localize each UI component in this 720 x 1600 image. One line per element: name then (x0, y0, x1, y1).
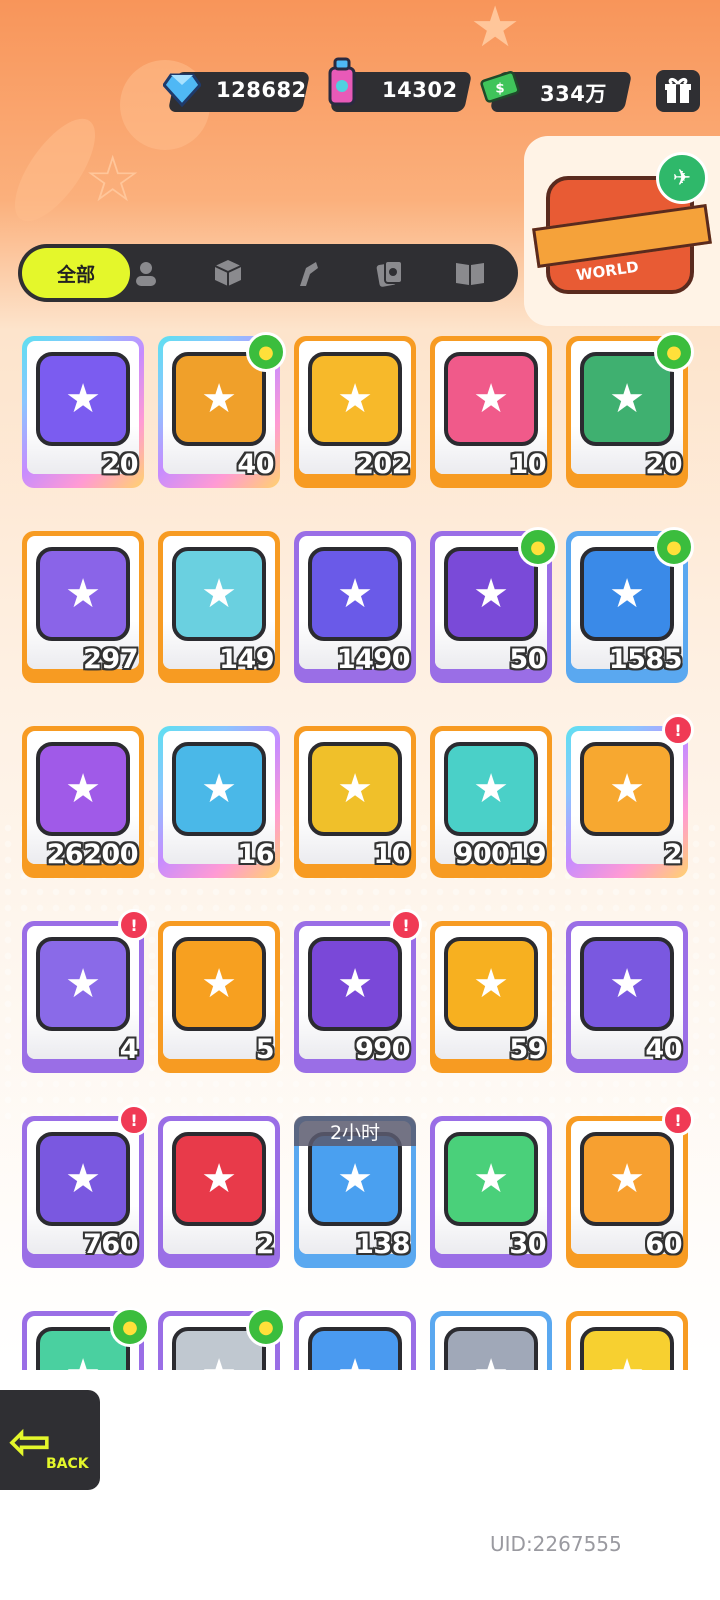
item-card[interactable]: ★ 10 (294, 726, 416, 878)
cool-coin-icon: ★ (36, 742, 130, 836)
season-ticket-icon: ★ (444, 742, 538, 836)
item-quantity: 40 (237, 449, 274, 480)
chick-badge-icon: ● (110, 1307, 150, 1347)
alert-badge-icon: ! (662, 1104, 694, 1136)
item-quantity: 2 (255, 1229, 275, 1260)
chick-badge-icon: ● (518, 527, 558, 567)
item-quantity: 990 (355, 1034, 410, 1065)
item-timer: 2小时 (294, 1116, 416, 1146)
character-ticket-icon: ★ (444, 352, 538, 446)
chick-badge-icon: ● (246, 332, 286, 372)
item-quantity: 5 (255, 1034, 275, 1065)
item-quantity: 20 (645, 449, 682, 480)
grey-can-icon: ★ (444, 1327, 538, 1370)
item-card[interactable]: ★ 2 (158, 1116, 280, 1268)
chick-badge-icon: ● (654, 332, 694, 372)
green-cup-icon: ★ (444, 1132, 538, 1226)
item-card[interactable]: ★● (158, 1307, 286, 1370)
deity-gold-icon: ★ (444, 937, 538, 1031)
item-quantity: 30 (509, 1229, 546, 1260)
item-card[interactable]: ★ 202 (294, 336, 416, 488)
item-card[interactable]: ★ 60! (566, 1104, 694, 1268)
rainbow-star-icon: ★ (172, 547, 266, 641)
item-card[interactable]: ★ 297 (22, 531, 144, 683)
crown-ticket-icon: ★ (36, 352, 130, 446)
item-card[interactable]: ★ 40 ● (158, 332, 286, 488)
item-quantity: 10 (373, 839, 410, 870)
alert-badge-icon: ! (118, 909, 150, 941)
item-card[interactable]: ★ 26200 (22, 726, 144, 878)
orange-egg-icon: ★ (172, 937, 266, 1031)
item-quantity: 60 (645, 1229, 682, 1260)
alert-badge-icon: ! (118, 1104, 150, 1136)
item-grid: ★ 20 ★ 40 ● ★ 202 ★ 10 ★ 20 ● ★ 297 ★ 149 ★ 1490 ★ 50 ● ★ 1585… (0, 0, 720, 1370)
item-quantity: 26200 (46, 839, 139, 870)
item-card[interactable]: ★ 10 (430, 336, 552, 488)
item-quantity: 4 (119, 1034, 139, 1065)
item-card[interactable]: ★ (566, 1311, 688, 1370)
item-card[interactable]: ★ 2! (566, 714, 694, 878)
item-card[interactable]: ★ 1490 (294, 531, 416, 683)
cool-box-icon: ★ (580, 742, 674, 836)
alert-badge-icon: ! (662, 714, 694, 746)
item-card[interactable]: ★ 16 (158, 726, 280, 878)
user-id: UID:2267555 (490, 1532, 622, 1556)
blue-spray-icon: ★ (308, 1327, 402, 1370)
item-card[interactable]: ★ 990! (294, 909, 422, 1073)
item-quantity: 297 (83, 644, 138, 675)
item-card[interactable]: ★ 149 (158, 531, 280, 683)
item-card[interactable]: ★ 40 (566, 921, 688, 1073)
fish-coin-icon: ★ (172, 1132, 266, 1226)
item-quantity: 138 (355, 1229, 410, 1260)
item-card[interactable]: ★ 30 (430, 1116, 552, 1268)
item-quantity: 1490 (336, 644, 411, 675)
item-card[interactable]: ★ 4! (22, 909, 150, 1073)
back-button[interactable]: ⇦ BACK (0, 1386, 104, 1494)
chick-badge-icon: ● (654, 527, 694, 567)
mystery-travel-card-icon: ★ (36, 1132, 130, 1226)
item-quantity: 1585 (608, 644, 683, 675)
item-card[interactable]: ★ 50 ● (430, 527, 558, 683)
item-quantity: 202 (355, 449, 410, 480)
back-label: BACK (46, 1456, 89, 1472)
item-card[interactable]: ★ 1585 ● (566, 527, 694, 683)
gold-star-ticket-icon: ★ (308, 352, 402, 446)
item-quantity: 50 (509, 644, 546, 675)
item-card[interactable]: ★ 5 (158, 921, 280, 1073)
lottery-ticket-icon: ★ (172, 742, 266, 836)
item-quantity: 149 (219, 644, 274, 675)
item-card[interactable]: ★ 59 (430, 921, 552, 1073)
purple-star-icon: ★ (308, 547, 402, 641)
travel-card-icon: ★ (36, 937, 130, 1031)
purple-star-ticket-icon: ★ (36, 547, 130, 641)
item-card[interactable]: ★● (22, 1307, 150, 1370)
item-quantity: 40 (645, 1034, 682, 1065)
chick-badge-icon: ● (246, 1307, 286, 1347)
item-quantity: 760 (83, 1229, 138, 1260)
item-quantity: 90019 (454, 839, 547, 870)
item-quantity: 59 (509, 1034, 546, 1065)
item-card[interactable]: ★ 20 ● (566, 332, 694, 488)
star-coin-icon: ★ (308, 742, 402, 836)
item-card[interactable]: ★ (294, 1311, 416, 1370)
item-quantity: 16 (237, 839, 274, 870)
item-card[interactable]: ★ (430, 1311, 552, 1370)
purple-egg-icon: ★ (308, 937, 402, 1031)
item-card[interactable]: ★ 760! (22, 1104, 150, 1268)
alarm-clock-icon: ★ (308, 1132, 402, 1226)
item-card[interactable]: ★ 2小时 138 (294, 1116, 416, 1268)
item-quantity: 20 (101, 449, 138, 480)
deity-purple-icon: ★ (580, 937, 674, 1031)
item-card[interactable]: ★ 20 (22, 336, 144, 488)
yellow-gem-icon: ★ (580, 1327, 674, 1370)
item-quantity: 10 (509, 449, 546, 480)
item-quantity: 2 (663, 839, 683, 870)
cool-box-fish-icon: ★ (580, 1132, 674, 1226)
alert-badge-icon: ! (390, 909, 422, 941)
item-card[interactable]: ★ 90019 (430, 726, 552, 878)
